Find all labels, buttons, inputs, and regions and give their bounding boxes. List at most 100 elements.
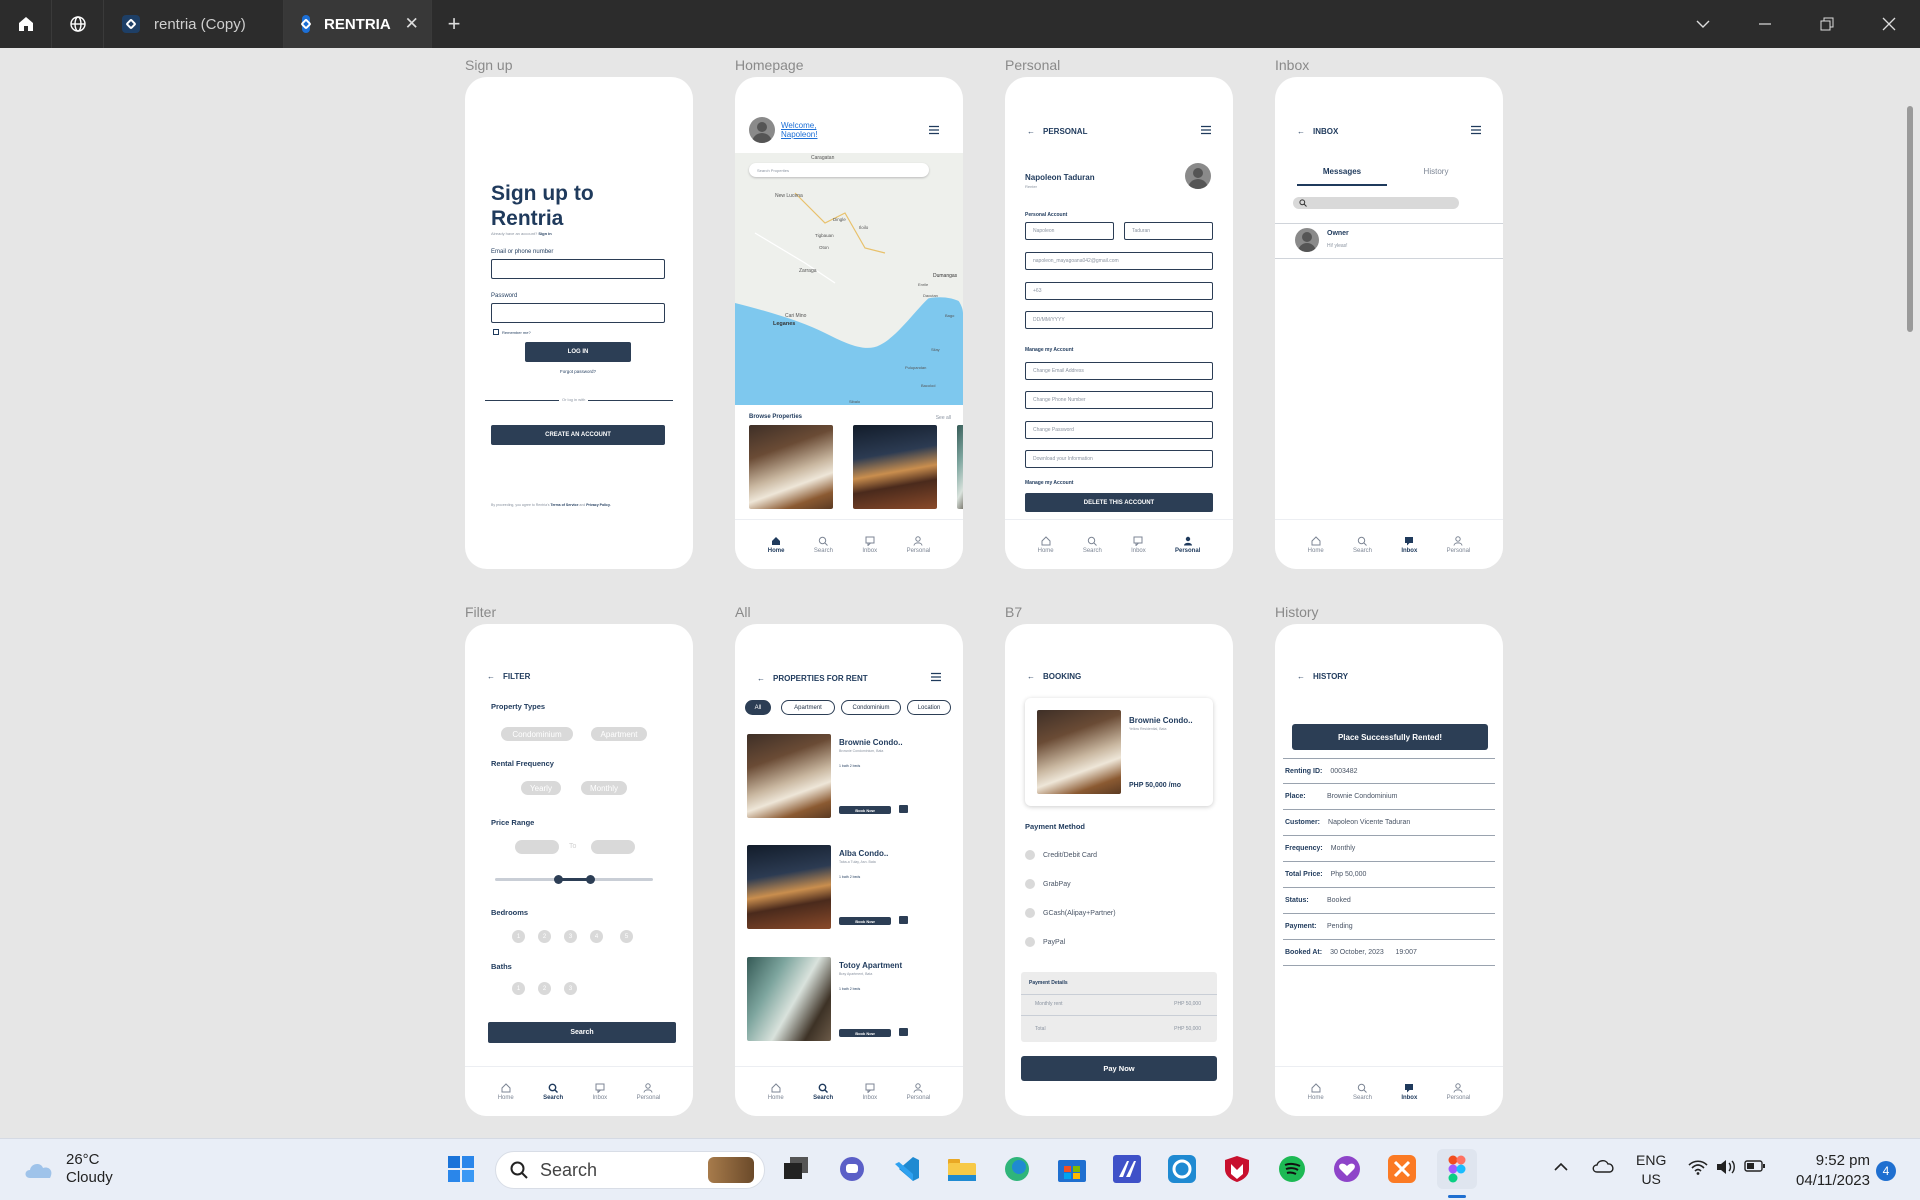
email-field[interactable]: napoleon_mayagoana042@gmail.com bbox=[1025, 252, 1213, 270]
book-now-button[interactable]: Book Now bbox=[839, 806, 891, 814]
property-photo[interactable] bbox=[853, 425, 937, 509]
phone-field[interactable]: +63 bbox=[1025, 282, 1213, 300]
filter-frame[interactable]: ← FILTER Property Types Condominium Apar… bbox=[465, 624, 693, 1116]
windows-start-icon[interactable] bbox=[441, 1149, 481, 1189]
nav-personal[interactable]: Personal bbox=[1447, 1082, 1470, 1101]
payment-option[interactable]: GrabPay bbox=[1025, 879, 1071, 889]
close-tab-icon[interactable]: ✕ bbox=[405, 14, 419, 34]
xampp-icon[interactable] bbox=[1382, 1149, 1422, 1189]
slider-handle-max[interactable] bbox=[586, 875, 595, 884]
back-arrow-icon[interactable]: ← bbox=[1297, 127, 1305, 136]
nav-search[interactable]: Search bbox=[813, 1083, 833, 1101]
nav-inbox[interactable]: Inbox bbox=[1401, 536, 1417, 554]
monthly-chip[interactable]: Monthly bbox=[581, 781, 627, 795]
nav-search[interactable]: Search bbox=[543, 1083, 563, 1101]
nav-personal[interactable]: Personal bbox=[907, 1082, 930, 1101]
tab-rentria[interactable]: RENTRIA ✕ bbox=[284, 0, 432, 48]
radio-button[interactable] bbox=[1025, 937, 1035, 947]
close-window-button[interactable] bbox=[1858, 0, 1920, 48]
home-icon[interactable] bbox=[0, 0, 52, 48]
nav-home[interactable]: Home bbox=[768, 536, 784, 554]
bath-option[interactable]: 2 bbox=[538, 982, 551, 995]
first-name-field[interactable]: Napoleon bbox=[1025, 222, 1114, 240]
microsoft-store-icon[interactable] bbox=[1052, 1149, 1092, 1189]
nav-inbox[interactable]: Inbox bbox=[1131, 536, 1146, 554]
condominium-chip[interactable]: Condominium bbox=[501, 727, 573, 741]
nav-inbox[interactable]: Inbox bbox=[1401, 1083, 1417, 1101]
bath-option[interactable]: 1 bbox=[512, 982, 525, 995]
min-price-input[interactable] bbox=[515, 840, 559, 854]
email-field[interactable] bbox=[491, 259, 665, 279]
change-password-field[interactable]: Change Password bbox=[1025, 421, 1213, 439]
menu-icon[interactable] bbox=[929, 125, 939, 137]
map[interactable]: Search Properties Caragatan New Lucena D… bbox=[735, 153, 963, 405]
apartment-chip[interactable]: Apartment bbox=[591, 727, 647, 741]
app-icon-blue[interactable] bbox=[1107, 1149, 1147, 1189]
radio-button[interactable] bbox=[1025, 908, 1035, 918]
nav-inbox[interactable]: Inbox bbox=[593, 1083, 607, 1101]
file-explorer-icon[interactable] bbox=[942, 1149, 982, 1189]
download-info-field[interactable]: Download your Information bbox=[1025, 450, 1213, 468]
volume-icon[interactable] bbox=[1716, 1159, 1736, 1178]
book-now-button[interactable]: Book Now bbox=[839, 1029, 891, 1037]
personal-frame[interactable]: ← PERSONAL Napoleon Taduran Renter Perso… bbox=[1005, 77, 1233, 569]
spotify-icon[interactable] bbox=[1272, 1149, 1312, 1189]
forgot-password-link[interactable]: Forgot password? bbox=[525, 369, 631, 374]
inbox-frame[interactable]: ← INBOX Messages History Owner Hi! yleas… bbox=[1275, 77, 1503, 569]
list-item[interactable]: Alba Condo.. Taba-a Tulay, Asn. Bata 1 b… bbox=[735, 845, 963, 935]
teams-chat-icon[interactable] bbox=[832, 1149, 872, 1189]
nav-personal[interactable]: Personal bbox=[637, 1082, 660, 1101]
chip-condominium[interactable]: Condominium bbox=[841, 700, 901, 715]
tab-history[interactable]: History bbox=[1391, 167, 1481, 176]
restore-button[interactable] bbox=[1796, 0, 1858, 48]
nav-home[interactable]: Home bbox=[1308, 1082, 1324, 1101]
chat-icon[interactable] bbox=[899, 805, 908, 813]
nav-search[interactable]: Search bbox=[814, 536, 833, 554]
bedroom-option[interactable]: 2 bbox=[538, 930, 551, 943]
password-field[interactable] bbox=[491, 303, 665, 323]
onedrive-icon[interactable] bbox=[1592, 1159, 1614, 1176]
bedroom-option[interactable]: 4 bbox=[590, 930, 603, 943]
vertical-scrollbar[interactable] bbox=[1907, 106, 1913, 332]
edge-browser-icon[interactable] bbox=[997, 1149, 1037, 1189]
frame-label-filter[interactable]: Filter bbox=[465, 604, 496, 620]
frame-label-personal[interactable]: Personal bbox=[1005, 57, 1060, 73]
tab-messages[interactable]: Messages bbox=[1297, 167, 1387, 176]
payment-option[interactable]: Credit/Debit Card bbox=[1025, 850, 1097, 860]
frame-label-inbox[interactable]: Inbox bbox=[1275, 57, 1309, 73]
booking-frame[interactable]: ← BOOKING Brownie Condo.. Yellow Residen… bbox=[1005, 624, 1233, 1116]
app-icon-circle[interactable] bbox=[1162, 1149, 1202, 1189]
map-search-input[interactable]: Search Properties bbox=[749, 163, 929, 177]
battery-icon[interactable] bbox=[1744, 1159, 1766, 1176]
frame-label-b7[interactable]: B7 bbox=[1005, 604, 1022, 620]
new-tab-button[interactable]: + bbox=[432, 0, 476, 48]
clock[interactable]: 9:52 pm 04/11/2023 bbox=[1786, 1151, 1870, 1191]
vscode-icon[interactable] bbox=[887, 1149, 927, 1189]
taskbar-search-input[interactable]: Search bbox=[495, 1151, 765, 1189]
nav-home[interactable]: Home bbox=[498, 1082, 514, 1101]
app-icon-heart[interactable] bbox=[1327, 1149, 1367, 1189]
list-item[interactable]: Owner Hi! yleas! bbox=[1275, 224, 1503, 258]
payment-option[interactable]: GCash(Alipay+Partner) bbox=[1025, 908, 1116, 918]
property-photo[interactable] bbox=[749, 425, 833, 509]
see-all-link[interactable]: See all bbox=[936, 415, 951, 421]
pay-now-button[interactable]: Pay Now bbox=[1021, 1056, 1217, 1081]
avatar[interactable] bbox=[749, 117, 775, 143]
mcafee-icon[interactable] bbox=[1217, 1149, 1257, 1189]
figma-icon[interactable] bbox=[1437, 1149, 1477, 1189]
search-button[interactable]: Search bbox=[488, 1022, 676, 1043]
nav-search[interactable]: Search bbox=[1353, 1083, 1372, 1101]
tab-rentria-copy[interactable]: rentria (Copy) bbox=[104, 0, 284, 48]
all-properties-frame[interactable]: ← PROPERTIES FOR RENT All Apartment Cond… bbox=[735, 624, 963, 1116]
back-arrow-icon[interactable]: ← bbox=[1027, 672, 1035, 681]
design-canvas[interactable]: Sign up Sign up to Rentria Already have … bbox=[0, 48, 1920, 1138]
list-item[interactable]: Brownie Condo.. Brownie Condominium, Bat… bbox=[735, 734, 963, 824]
slider-handle-min[interactable] bbox=[554, 875, 563, 884]
change-phone-field[interactable]: Change Phone Number bbox=[1025, 391, 1213, 409]
nav-home[interactable]: Home bbox=[768, 1082, 784, 1101]
yearly-chip[interactable]: Yearly bbox=[521, 781, 561, 795]
notification-badge[interactable]: 4 bbox=[1876, 1161, 1896, 1181]
avatar[interactable] bbox=[1185, 163, 1211, 189]
nav-inbox[interactable]: Inbox bbox=[862, 536, 877, 554]
terms-link[interactable]: Terms of Service bbox=[550, 503, 578, 507]
